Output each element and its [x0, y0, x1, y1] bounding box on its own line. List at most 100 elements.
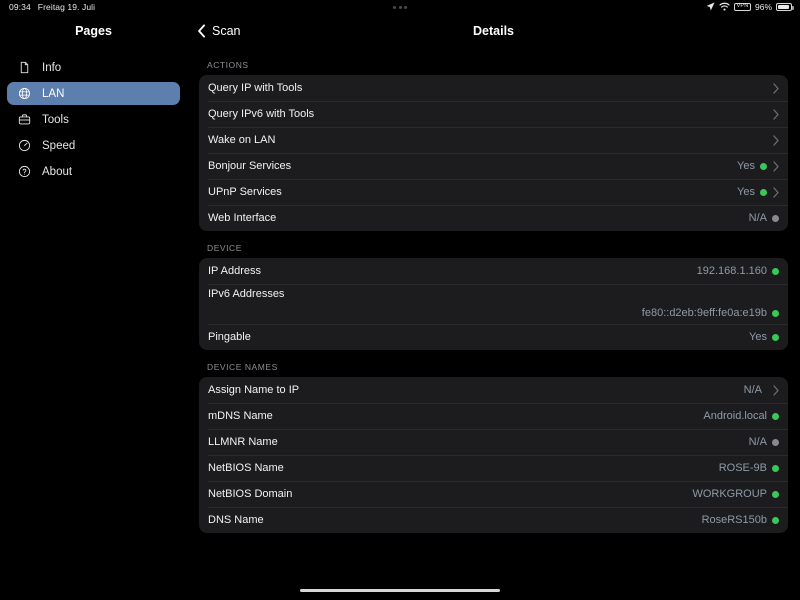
status-dot: [772, 267, 779, 275]
document-icon: [17, 61, 31, 75]
status-dot: [772, 464, 779, 472]
row-label: Query IPv6 with Tools: [208, 108, 315, 120]
multitasking-dots-icon[interactable]: [0, 0, 800, 14]
status-bar-right: VPN 96%: [706, 0, 794, 14]
row-query-ipv6-with-tools[interactable]: Query IPv6 with Tools: [199, 101, 788, 127]
row-mdns-name[interactable]: mDNS Name Android.local: [199, 403, 788, 429]
row-dns-name[interactable]: DNS Name RoseRS150b: [199, 507, 788, 533]
row-ipv6-addresses[interactable]: IPv6 Addresses fe80::d2eb:9eff:fe0a:e19b: [199, 284, 788, 324]
battery-percent: 96%: [754, 2, 772, 12]
wifi-icon: [719, 2, 730, 13]
status-bar: 09:34 Freitag 19. Juli VPN 96%: [0, 0, 800, 14]
row-label: Bonjour Services: [208, 160, 292, 172]
row-value: WORKGROUP: [692, 488, 767, 500]
section-header-device-names: DEVICE NAMES: [207, 362, 278, 372]
section-device: IP Address 192.168.1.160 IPv6 Addresses …: [199, 258, 788, 350]
chevron-right-icon: [773, 384, 779, 396]
sidebar: Pages Info LAN Tools Speed About: [0, 14, 187, 580]
question-circle-icon: [17, 165, 31, 179]
row-value: fe80::d2eb:9eff:fe0a:e19b: [641, 307, 767, 319]
row-value: RoseRS150b: [701, 514, 767, 526]
speedometer-icon: [17, 139, 31, 153]
dot-3: [404, 5, 407, 9]
ipad-screen: 09:34 Freitag 19. Juli VPN 96% Pages Inf…: [0, 0, 800, 600]
back-button-label: Scan: [212, 24, 241, 38]
row-label: LLMNR Name: [208, 436, 278, 448]
sidebar-title: Pages: [75, 24, 112, 38]
row-label: Pingable: [208, 331, 251, 343]
chevron-right-icon: [773, 186, 779, 198]
main-body: Pages Info LAN Tools Speed About Scan De…: [0, 14, 800, 580]
chevron-right-icon: [773, 82, 779, 94]
status-dot: [772, 438, 779, 446]
row-netbios-name[interactable]: NetBIOS Name ROSE-9B: [199, 455, 788, 481]
chevron-right-icon: [773, 160, 779, 172]
chevron-right-icon: [773, 134, 779, 146]
row-ip-address[interactable]: IP Address 192.168.1.160: [199, 258, 788, 284]
chevron-right-icon: [773, 108, 779, 120]
globe-network-icon: [17, 87, 31, 101]
row-label: NetBIOS Domain: [208, 488, 293, 500]
row-label: IPv6 Addresses: [208, 288, 285, 300]
row-value: N/A: [748, 212, 767, 224]
row-label: Wake on LAN: [208, 134, 276, 146]
sidebar-item-info[interactable]: Info: [7, 56, 180, 79]
row-label: Web Interface: [208, 212, 277, 224]
section-actions: Query IP with Tools Query IPv6 with Tool…: [199, 75, 788, 231]
row-value: ROSE-9B: [718, 462, 767, 474]
row-value: N/A: [743, 384, 762, 396]
sidebar-header: Pages: [0, 14, 187, 48]
section-header-actions: ACTIONS: [207, 60, 249, 70]
row-value: Yes: [737, 186, 755, 198]
row-value: N/A: [748, 436, 767, 448]
row-label: Query IP with Tools: [208, 82, 303, 94]
home-indicator-area: [0, 580, 800, 600]
detail-pane: Scan Details ACTIONS Query IP with Tools…: [187, 14, 800, 580]
section-device-names: Assign Name to IP N/A mDNS Name Android.…: [199, 377, 788, 533]
sidebar-list: Info LAN Tools Speed About: [0, 48, 187, 183]
status-dot: [772, 333, 779, 341]
row-value: Yes: [737, 160, 755, 172]
row-label: UPnP Services: [208, 186, 282, 198]
row-value: Android.local: [703, 410, 767, 422]
detail-content: ACTIONS Query IP with Tools Query IPv6 w…: [187, 48, 800, 580]
row-value: Yes: [749, 331, 767, 343]
row-label: NetBIOS Name: [208, 462, 284, 474]
row-bonjour-services[interactable]: Bonjour Services Yes: [199, 153, 788, 179]
sidebar-item-lan[interactable]: LAN: [7, 82, 180, 105]
location-arrow-icon: [706, 1, 715, 13]
section-header-device: DEVICE: [207, 243, 242, 253]
row-assign-name-to-ip[interactable]: Assign Name to IP N/A: [199, 377, 788, 403]
back-button[interactable]: Scan: [187, 24, 241, 38]
briefcase-icon: [17, 113, 31, 127]
status-dot: [772, 516, 779, 524]
row-label: Assign Name to IP: [208, 384, 300, 396]
dot-1: [393, 5, 396, 9]
row-web-interface[interactable]: Web Interface N/A: [199, 205, 788, 231]
row-value-line: fe80::d2eb:9eff:fe0a:e19b: [208, 307, 779, 319]
home-indicator-bar[interactable]: [300, 588, 500, 592]
row-label: IP Address: [208, 265, 261, 277]
vpn-badge: VPN: [734, 2, 751, 12]
sidebar-item-label: Info: [42, 61, 62, 74]
row-value: 192.168.1.160: [696, 265, 767, 277]
chevron-left-icon: [197, 24, 206, 38]
sidebar-item-about[interactable]: About: [7, 160, 180, 183]
row-wake-on-lan[interactable]: Wake on LAN: [199, 127, 788, 153]
row-netbios-domain[interactable]: NetBIOS Domain WORKGROUP: [199, 481, 788, 507]
status-dot: [760, 162, 767, 170]
row-pingable[interactable]: Pingable Yes: [199, 324, 788, 350]
sidebar-item-tools[interactable]: Tools: [7, 108, 180, 131]
status-dot: [772, 214, 779, 222]
row-llmnr-name[interactable]: LLMNR Name N/A: [199, 429, 788, 455]
row-upnp-services[interactable]: UPnP Services Yes: [199, 179, 788, 205]
row-query-ip-with-tools[interactable]: Query IP with Tools: [199, 75, 788, 101]
sidebar-item-speed[interactable]: Speed: [7, 134, 180, 157]
sidebar-item-label: LAN: [42, 87, 65, 100]
status-dot: [772, 309, 779, 317]
row-label: DNS Name: [208, 514, 264, 526]
status-dot: [760, 188, 767, 196]
sidebar-item-label: Tools: [42, 113, 69, 126]
dot-2: [398, 5, 402, 9]
navigation-bar: Scan Details: [187, 14, 800, 48]
